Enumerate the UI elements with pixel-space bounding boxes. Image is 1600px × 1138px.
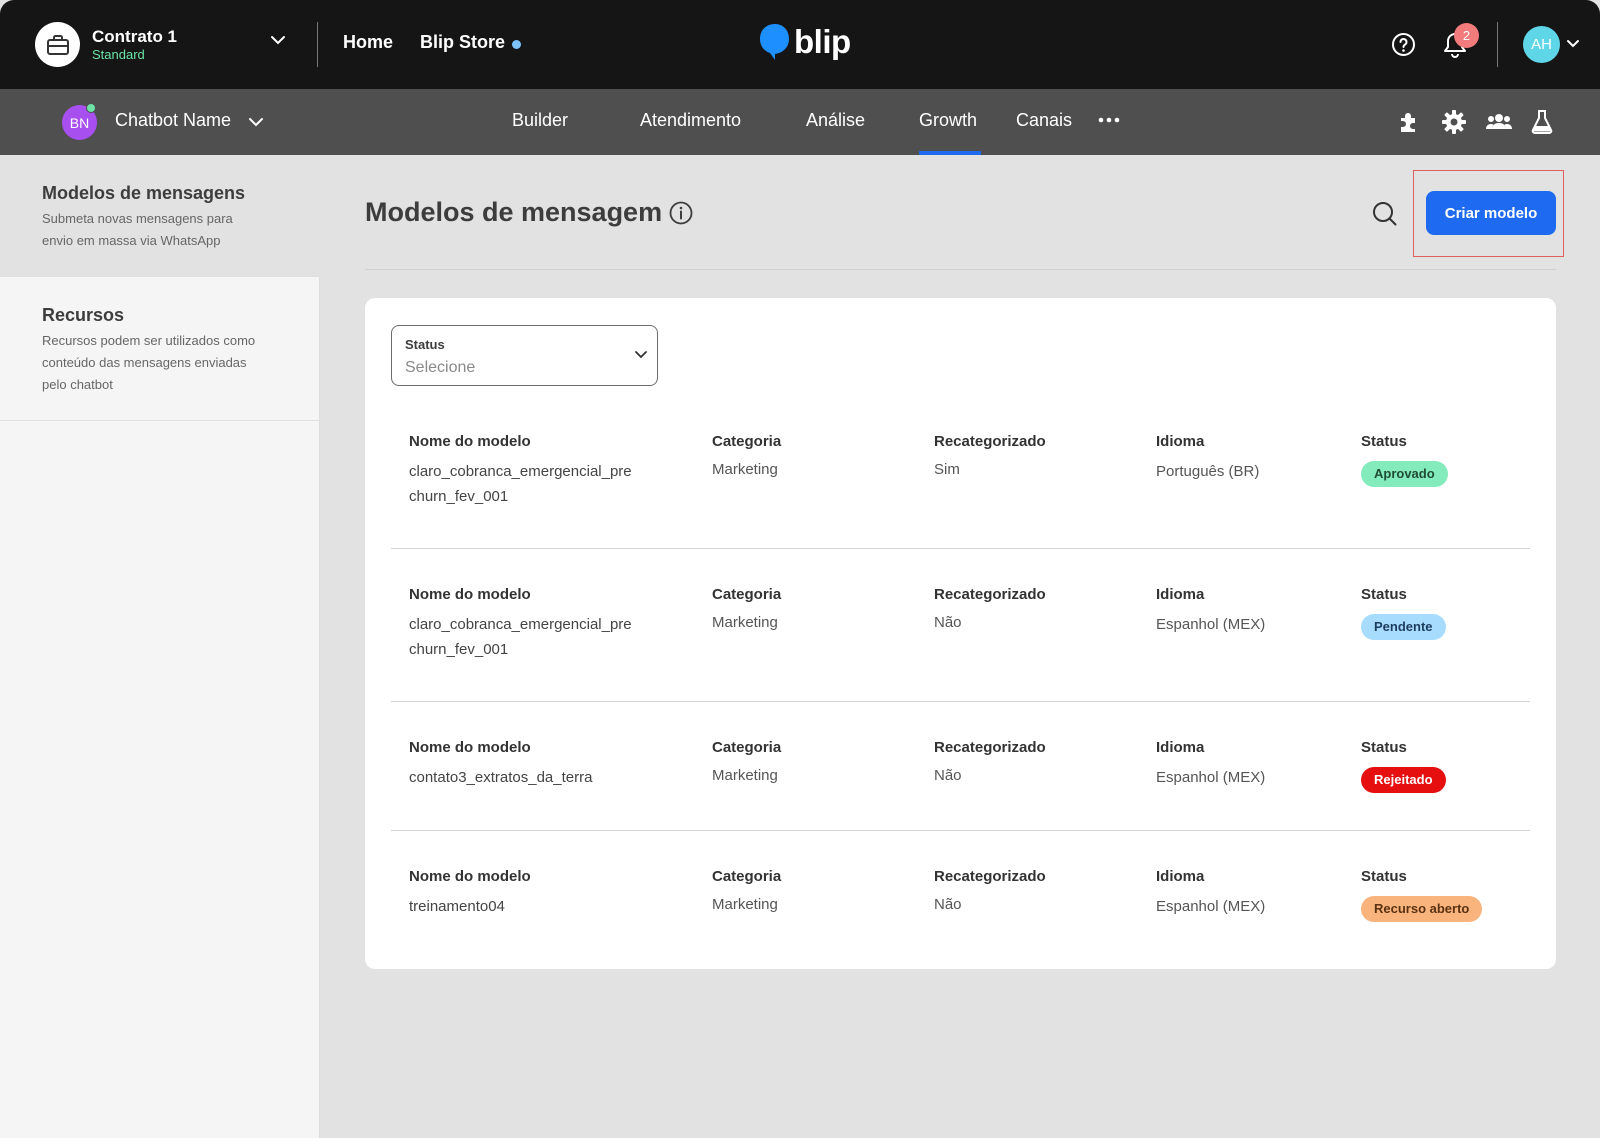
column-header-category: Categoria [712,739,782,756]
column-header-category: Categoria [712,868,782,885]
chevron-down-icon [635,351,647,359]
sidebar-item-resources[interactable]: Recursos Recursos podem ser utilizados c… [0,277,320,421]
status-badge-pending: Pendente [1361,614,1446,640]
column-header-recategorized: Recategorizado [934,868,1046,885]
contract-avatar [35,22,80,67]
help-icon[interactable] [1391,32,1416,57]
store-new-indicator [512,40,521,49]
column-header-status: Status [1361,586,1407,603]
gear-icon[interactable] [1441,109,1467,135]
column-header-name: Nome do modelo [409,433,531,450]
template-recategorized: Não [934,896,962,913]
status-badge-rejected: Rejeitado [1361,767,1446,793]
speech-bubble-logo-icon [760,24,789,60]
team-users-icon[interactable] [1485,109,1513,135]
column-header-status: Status [1361,433,1407,450]
column-header-language: Idioma [1156,739,1205,756]
template-language: Espanhol (MEX) [1156,769,1266,786]
notification-badge: 2 [1454,23,1479,48]
user-avatar[interactable]: AH [1523,26,1560,63]
tab-builder[interactable]: Builder [512,110,568,131]
blip-logo[interactable]: blip [758,22,851,62]
column-header-name: Nome do modelo [409,586,531,603]
column-header-language: Idioma [1156,433,1205,450]
tab-canais[interactable]: Canais [1016,110,1072,131]
sidebar-item-title: Recursos [42,305,125,325]
chevron-down-icon[interactable] [248,116,264,128]
page-title: Modelos de mensagem [365,197,663,227]
templates-card: Status Selecione Nome do modelo claro_co… [365,298,1556,969]
tab-analise[interactable]: Análise [806,110,865,131]
title-divider [365,269,1556,270]
template-name: contato3_extratos_da_terra [409,769,593,786]
top-divider [1497,22,1498,67]
column-header-status: Status [1361,739,1407,756]
template-language: Espanhol (MEX) [1156,616,1266,633]
info-icon[interactable] [669,201,693,225]
logo-text: blip [794,23,851,60]
template-language: Português (BR) [1156,463,1260,480]
template-language: Espanhol (MEX) [1156,898,1266,915]
top-bar: Contrato 1 Standard Home Blip Store blip… [0,0,1600,89]
bot-name[interactable]: Chatbot Name [115,110,231,131]
template-name: claro_cobranca_emergencial_pre churn_fev… [409,463,632,505]
template-recategorized: Não [934,767,962,784]
status-badge-approved: Aprovado [1361,461,1448,487]
more-options-icon[interactable] [1098,112,1120,128]
template-category: Marketing [712,614,778,631]
sidebar: Modelos de mensagens Submeta novas mensa… [0,155,320,1138]
contract-name: Contrato 1 [92,26,177,46]
row-divider [391,548,1530,549]
contract-plan: Standard [92,46,145,62]
bot-nav-bar: BN Chatbot Name Builder Atendimento Anál… [0,89,1600,155]
bot-online-indicator [86,103,96,113]
lab-flask-icon[interactable] [1531,109,1553,135]
row-divider [391,830,1530,831]
column-header-status: Status [1361,868,1407,885]
template-recategorized: Não [934,614,962,631]
column-header-name: Nome do modelo [409,739,531,756]
sidebar-item-message-templates[interactable]: Modelos de mensagens Submeta novas mensa… [0,155,320,277]
chevron-down-icon[interactable] [1566,39,1580,49]
column-header-category: Categoria [712,586,782,603]
status-badge-appeal-open: Recurso aberto [1361,896,1483,922]
column-header-category: Categoria [712,433,782,450]
contract-selector[interactable]: Contrato 1 Standard [35,22,177,67]
blip-store-link[interactable]: Blip Store [420,32,505,53]
briefcase-icon [46,34,69,55]
column-header-language: Idioma [1156,868,1205,885]
sidebar-item-description: Recursos podem ser utilizados como conte… [42,333,256,392]
tab-atendimento[interactable]: Atendimento [640,110,741,131]
top-divider [317,22,318,67]
column-header-recategorized: Recategorizado [934,586,1046,603]
template-category: Marketing [712,896,778,913]
column-header-name: Nome do modelo [409,868,531,885]
chevron-down-icon[interactable] [270,34,286,46]
template-category: Marketing [712,767,778,784]
column-header-language: Idioma [1156,586,1205,603]
status-filter-label: Status [405,337,445,352]
column-header-recategorized: Recategorizado [934,739,1046,756]
status-filter-placeholder: Selecione [405,359,476,376]
active-tab-indicator [919,151,981,155]
sidebar-item-title: Modelos de mensagens [42,183,246,203]
template-recategorized: Sim [934,461,960,478]
extensions-puzzle-icon[interactable] [1396,109,1422,135]
row-divider [391,701,1530,702]
template-category: Marketing [712,461,778,478]
template-name: treinamento04 [409,898,505,915]
search-icon[interactable] [1372,201,1398,227]
sidebar-item-description: Submeta novas mensagens para envio em ma… [42,211,233,248]
template-name: claro_cobranca_emergencial_pre churn_fev… [409,616,632,658]
status-filter-select[interactable]: Status Selecione [391,325,658,386]
column-header-recategorized: Recategorizado [934,433,1046,450]
create-template-button[interactable]: Criar modelo [1426,191,1556,235]
tab-growth[interactable]: Growth [919,110,977,131]
home-link[interactable]: Home [343,32,393,53]
